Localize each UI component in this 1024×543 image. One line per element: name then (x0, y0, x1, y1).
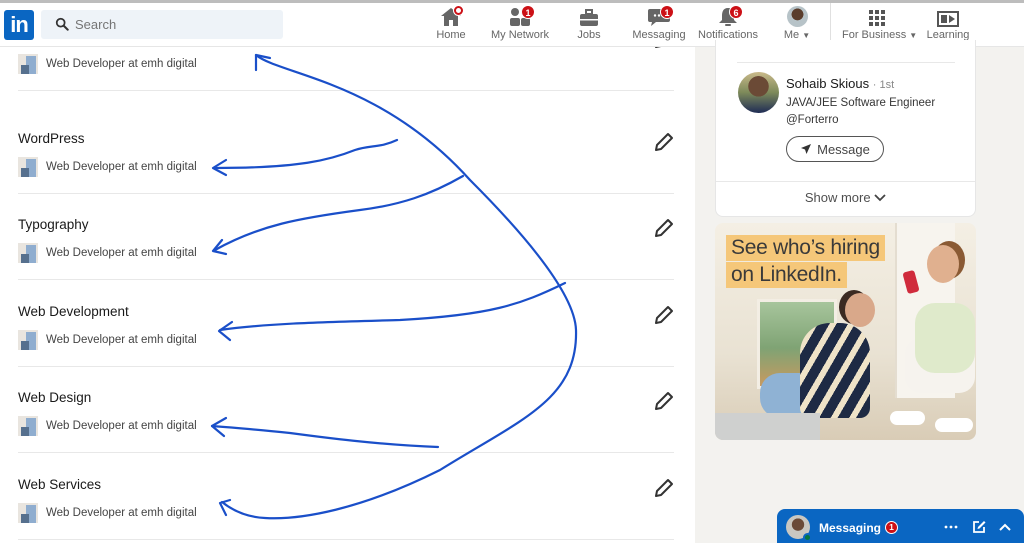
home-notification-dot (453, 5, 464, 16)
notifications-badge: 6 (729, 5, 743, 19)
nav-home-label: Home (436, 29, 466, 41)
company-logo-icon (18, 330, 38, 350)
compose-icon[interactable] (971, 519, 987, 535)
edit-pencil-icon[interactable] (654, 132, 674, 152)
skill-endorsement[interactable]: Web Developer at emh digital (18, 157, 197, 177)
endorsement-text: Web Developer at emh digital (46, 420, 197, 432)
divider (737, 62, 955, 63)
ad-image-shoe (890, 411, 925, 425)
nav-messaging[interactable]: 1 Messaging (632, 3, 686, 47)
edit-pencil-icon[interactable] (654, 47, 674, 49)
skill-title[interactable]: WordPress (18, 131, 85, 146)
ad-headline-1: See who’s hiring (726, 235, 885, 261)
show-more-label: Show more (804, 190, 871, 205)
network-badge: 1 (521, 5, 535, 19)
skill-endorsement[interactable]: Web Developer at emh digital (18, 416, 197, 436)
search-icon (55, 17, 69, 31)
message-button-label: Message (817, 141, 870, 157)
company-logo-icon (18, 503, 38, 523)
nav-home[interactable]: Home (432, 3, 470, 47)
ad-image-person (927, 245, 959, 283)
nav-jobs-label: Jobs (577, 29, 601, 41)
nav-jobs[interactable]: Jobs (572, 3, 606, 47)
connection-name[interactable]: Sohaib Skious · 1st (786, 76, 894, 91)
linkedin-logo[interactable]: in (4, 10, 34, 40)
ad-image-person (800, 323, 870, 418)
search-input[interactable] (75, 10, 275, 39)
skill-title[interactable]: Typography (18, 217, 89, 232)
ad-image-person (915, 303, 975, 373)
company-logo-icon (18, 416, 38, 436)
connection-avatar[interactable] (738, 72, 779, 113)
company-logo-icon (18, 54, 38, 74)
send-icon (801, 144, 812, 154)
nav-messaging-label: Messaging (632, 29, 686, 41)
skill-title[interactable]: Web Services (18, 477, 101, 492)
skill-title[interactable]: Web Development (18, 304, 129, 319)
skill-item: Web Design Web Developer at emh digital (0, 366, 695, 453)
edit-pencil-icon[interactable] (654, 391, 674, 411)
avatar (786, 6, 808, 27)
skills-list: PHP Web Developer at emh digital WordPre… (0, 47, 695, 543)
ad-image-shoe (935, 418, 973, 432)
messaging-badge: 1 (660, 5, 674, 19)
messaging-title: Messaging (819, 521, 882, 535)
connection-name-text: Sohaib Skious (786, 76, 870, 91)
skill-endorsement[interactable]: Web Developer at emh digital (18, 243, 197, 263)
messaging-badge: 1 (885, 521, 898, 534)
messaging-overlay[interactable]: Messaging 1 (777, 509, 1024, 543)
skill-item: Typography Web Developer at emh digital (0, 193, 695, 280)
nav-my-network-label: My Network (490, 29, 550, 41)
company-logo-icon (18, 243, 38, 263)
message-button[interactable]: Message (786, 136, 884, 162)
divider (716, 181, 975, 182)
skill-item: Web Development Web Developer at emh dig… (0, 280, 695, 367)
more-options-icon[interactable] (943, 519, 959, 535)
ad-headline-2: on LinkedIn. (726, 262, 847, 288)
edit-pencil-icon[interactable] (654, 218, 674, 238)
divider (18, 90, 674, 91)
show-more-button[interactable]: Show more (716, 190, 975, 205)
grid-icon (869, 10, 885, 26)
connection-headline: JAVA/JEE Software Engineer @Forterro (786, 97, 936, 126)
online-status-indicator (803, 533, 812, 542)
divider (18, 539, 674, 540)
skill-item: Web Services Web Developer at emh digita… (0, 453, 695, 540)
endorsement-text: Web Developer at emh digital (46, 507, 197, 519)
connection-degree: · 1st (872, 79, 895, 91)
endorsement-text: Web Developer at emh digital (46, 58, 197, 70)
skill-endorsement[interactable]: Web Developer at emh digital (18, 330, 197, 350)
endorsement-text: Web Developer at emh digital (46, 247, 197, 259)
skill-title[interactable]: Web Design (18, 390, 91, 405)
skill-item: WordPress Web Developer at emh digital (0, 107, 695, 194)
skill-item: PHP Web Developer at emh digital (0, 47, 695, 91)
connection-card: Sohaib Skious · 1st JAVA/JEE Software En… (715, 40, 976, 217)
nav-my-network[interactable]: 1 My Network (488, 3, 552, 47)
endorsement-text: Web Developer at emh digital (46, 161, 197, 173)
hiring-ad[interactable]: See who’s hiring on LinkedIn. (715, 223, 976, 440)
caret-down-icon: ▼ (802, 31, 811, 40)
learning-icon (937, 11, 959, 27)
skill-endorsement[interactable]: Web Developer at emh digital (18, 54, 197, 74)
endorsement-text: Web Developer at emh digital (46, 334, 197, 346)
search-box[interactable] (41, 10, 283, 39)
caret-down-icon: ▼ (909, 31, 918, 40)
ad-image-person (845, 293, 875, 327)
skill-endorsement[interactable]: Web Developer at emh digital (18, 503, 197, 523)
chevron-down-icon (874, 194, 886, 202)
edit-pencil-icon[interactable] (654, 305, 674, 325)
edit-pencil-icon[interactable] (654, 478, 674, 498)
company-logo-icon (18, 157, 38, 177)
chevron-up-icon[interactable] (997, 519, 1013, 535)
briefcase-icon (580, 9, 598, 26)
ad-image-laptop (715, 413, 820, 440)
